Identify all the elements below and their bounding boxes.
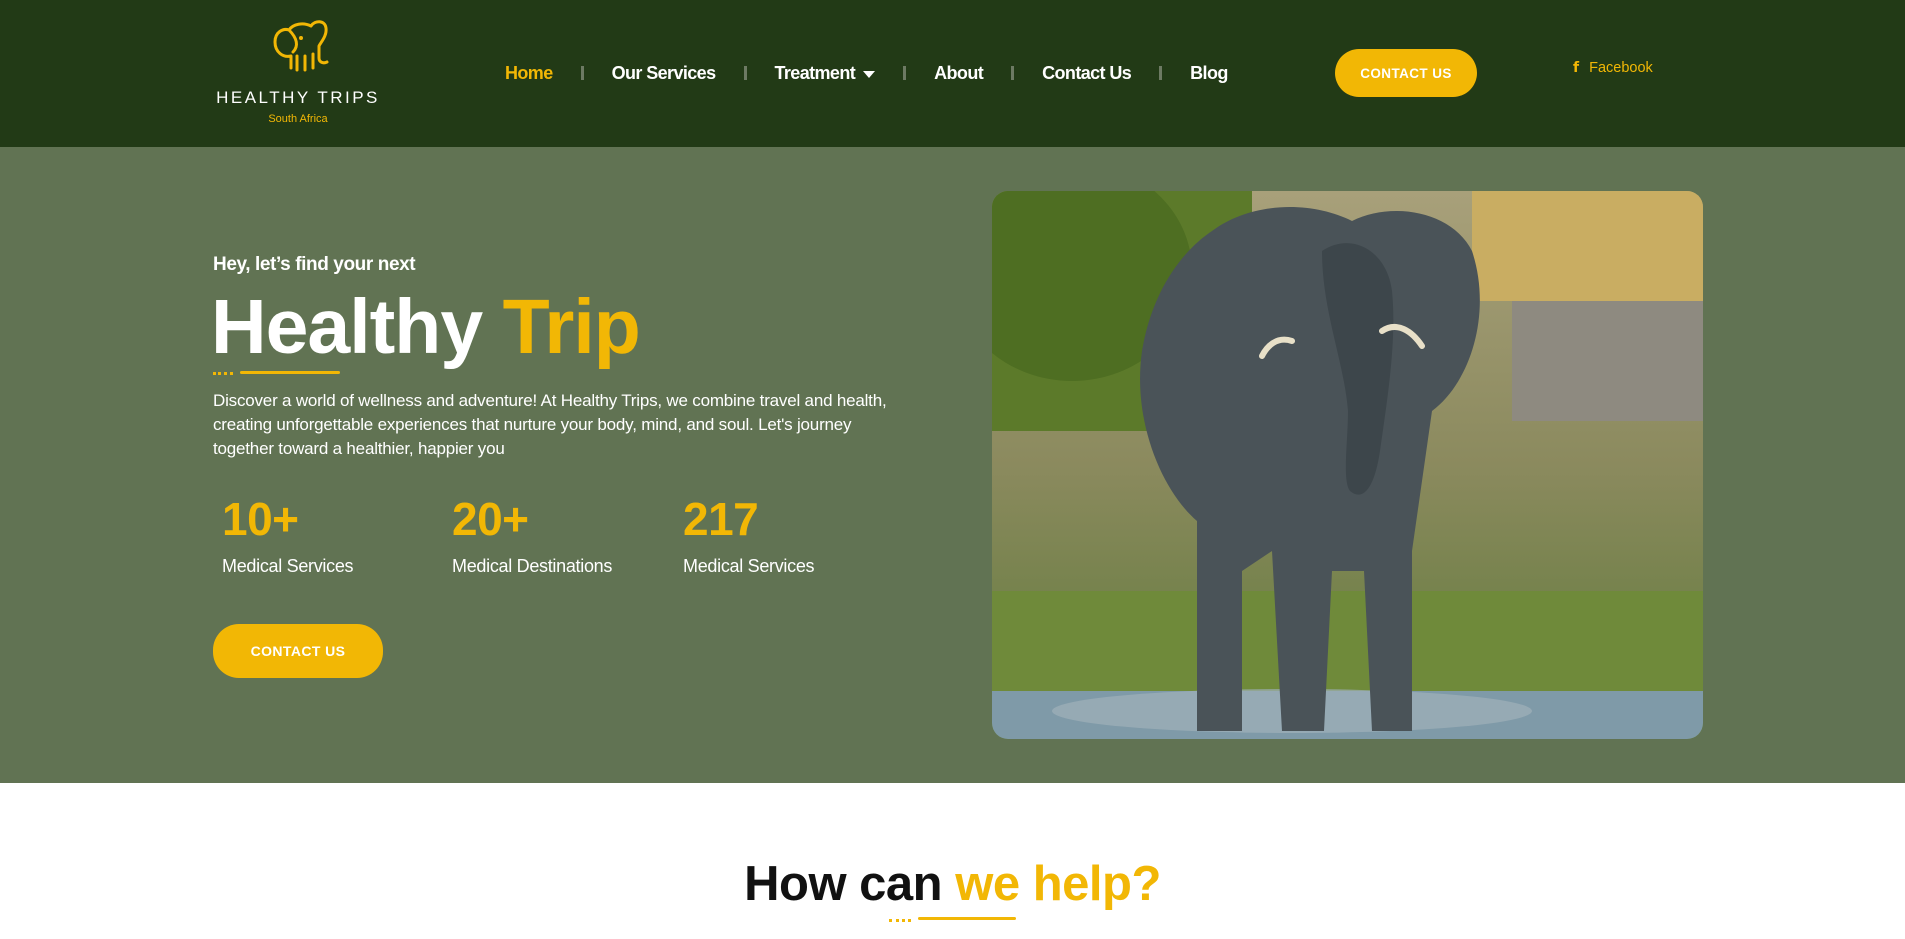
hero-contact-button[interactable]: CONTACT US bbox=[213, 624, 383, 678]
help-underline bbox=[918, 917, 1016, 920]
stat-label: Medical Services bbox=[683, 556, 815, 576]
stat-medical-destinations: 20+ Medical Destinations bbox=[452, 492, 662, 577]
title-underline-dots bbox=[213, 372, 233, 375]
stat-label: Medical Services bbox=[222, 556, 354, 576]
hero-section: Hey, let’s find your next Healthy Trip D… bbox=[0, 147, 1905, 783]
nav-divider bbox=[1011, 66, 1015, 80]
help-heading-main: How can bbox=[744, 857, 943, 911]
nav-blog[interactable]: Blog bbox=[1190, 63, 1228, 84]
facebook-label: Facebook bbox=[1589, 60, 1653, 76]
hero-eyebrow: Hey, let’s find your next bbox=[213, 254, 416, 275]
logo-name: HEALTHY TRIPS bbox=[216, 88, 380, 107]
nav-divider bbox=[1159, 66, 1163, 80]
main-nav: Home Our Services Treatment About Contac… bbox=[505, 58, 1228, 88]
hero-title-accent: Trip bbox=[502, 284, 641, 370]
facebook-link[interactable]: f Facebook bbox=[1573, 60, 1653, 76]
stat-label: Medical Destinations bbox=[452, 556, 613, 576]
site-header: HEALTHY TRIPS South Africa Home Our Serv… bbox=[0, 0, 1905, 147]
title-underline bbox=[240, 371, 340, 374]
nav-divider bbox=[743, 66, 747, 80]
facebook-icon: f bbox=[1573, 60, 1580, 76]
nav-our-services[interactable]: Our Services bbox=[612, 63, 716, 84]
hero-description: Discover a world of wellness and adventu… bbox=[213, 391, 887, 458]
hero-title-main: Healthy bbox=[211, 284, 483, 370]
stat-value: 217 bbox=[683, 493, 759, 545]
logo[interactable]: HEALTHY TRIPS South Africa bbox=[213, 18, 383, 128]
nav-contact-us[interactable]: Contact Us bbox=[1042, 63, 1132, 84]
nav-divider bbox=[580, 66, 584, 80]
elephant-photo-art bbox=[992, 191, 1703, 739]
chevron-down-icon bbox=[863, 70, 876, 78]
help-heading: How can we help? bbox=[0, 856, 1905, 912]
header-contact-button[interactable]: CONTACT US bbox=[1335, 49, 1477, 97]
elephant-icon bbox=[273, 20, 329, 72]
nav-home[interactable]: Home bbox=[505, 63, 553, 84]
stat-value: 10+ bbox=[222, 493, 299, 545]
elephant-photo bbox=[992, 191, 1703, 739]
help-underline-dots bbox=[889, 919, 911, 922]
stat-medical-services-count: 217 Medical Services bbox=[683, 492, 893, 577]
nav-treatment[interactable]: Treatment bbox=[775, 63, 876, 84]
hero-title: Healthy Trip bbox=[211, 283, 641, 372]
logo-tagline: South Africa bbox=[268, 113, 328, 125]
nav-about[interactable]: About bbox=[934, 63, 984, 84]
nav-treatment-label: Treatment bbox=[774, 62, 856, 83]
stat-medical-services: 10+ Medical Services bbox=[222, 492, 432, 577]
help-heading-accent: we help? bbox=[955, 857, 1161, 911]
stat-value: 20+ bbox=[452, 493, 529, 545]
nav-divider bbox=[903, 66, 907, 80]
